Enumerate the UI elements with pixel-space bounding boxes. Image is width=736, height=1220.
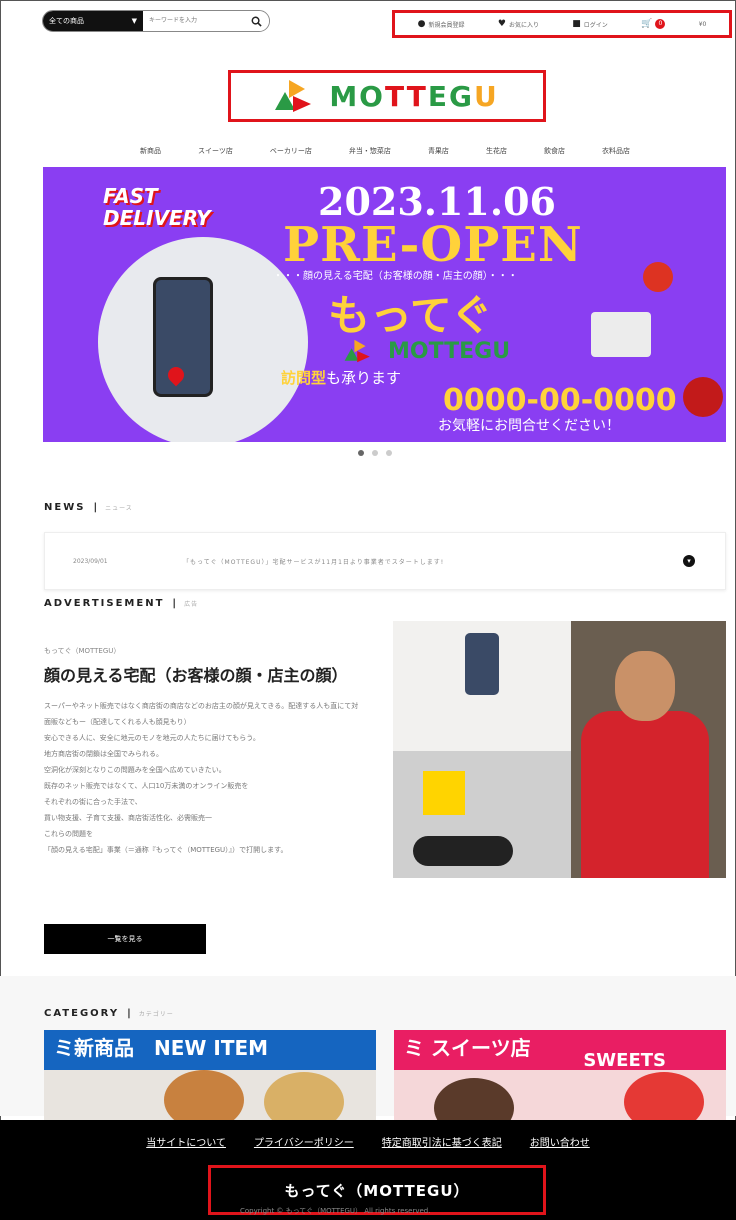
hero-preopen: PRE-OPEN — [283, 217, 583, 273]
hero-phone: 0000-00-0000 — [443, 383, 677, 418]
search-category-select[interactable]: 全ての商品 ▼ — [43, 11, 143, 31]
nav-item-new[interactable]: 新商品 — [140, 146, 161, 156]
nav-item-sweets[interactable]: スイーツ店 — [198, 146, 233, 156]
search-icon — [251, 16, 262, 27]
chevron-down-icon: ▼ — [131, 17, 137, 25]
search-bar: 全ての商品 ▼ — [42, 10, 270, 32]
nav-item-bakery[interactable]: ベーカリー店 — [270, 146, 312, 156]
scooter-illustration — [683, 377, 723, 417]
header-utility-links: ● 新規会員登録 ♥ お気に入り ■ ログイン 🛒 0 ¥0 — [392, 10, 732, 38]
copyright-text: Copyright © もってぐ（MOTTEGU） All rights res… — [240, 1207, 431, 1215]
header-topbar: 全ての商品 ▼ ● 新規会員登録 ♥ お気に入り ■ ログイン 🛒 0 ¥0 — [42, 10, 732, 38]
nav-item-clothing[interactable]: 衣料品店 — [602, 146, 630, 156]
ad-body: スーパーやネット販売ではなく商店街の商店などのお店主の顔が見えてきる。配達する人… — [44, 702, 359, 854]
hero-fast-delivery: FAST DELIVERY — [103, 184, 211, 230]
favorites-label: お気に入り — [508, 21, 539, 29]
carousel-dots — [358, 450, 392, 456]
hero-call-text: お気軽にお問合せください！ — [438, 418, 620, 434]
lock-icon: ■ — [572, 19, 581, 29]
carousel-dot[interactable] — [372, 450, 378, 456]
heart-icon: ♥ — [497, 19, 506, 29]
footer-link-privacy[interactable]: プライバシーポリシー — [254, 1134, 354, 1149]
hero-banner[interactable]: FAST DELIVERY 2023.11.06 PRE-OPEN ・・・顔の見え… — [43, 167, 726, 442]
rider-illustration — [643, 262, 673, 292]
hero-logo-text: MOTTEGU — [388, 338, 511, 364]
cart-price: ¥0 — [699, 21, 707, 28]
category-card-label: ミ新商品 NEW ITEM — [54, 1036, 269, 1060]
user-icon: ● — [417, 19, 426, 29]
login-label: ログイン — [583, 21, 608, 29]
login-link[interactable]: ■ ログイン — [572, 19, 608, 29]
carousel-dot[interactable] — [358, 450, 364, 456]
footer-link-about[interactable]: 当サイトについて — [146, 1134, 226, 1149]
cart-link[interactable]: 🛒 0 — [641, 19, 666, 29]
logo-mark-icon — [275, 80, 319, 112]
news-date: 2023/09/01 — [73, 557, 108, 565]
delivery-box-illustration — [591, 312, 651, 357]
ad-heading: 顔の見える宅配（お客様の顔・店主の顔） — [44, 666, 348, 685]
cart-icon: 🛒 — [641, 19, 653, 29]
category-section-title: CATEGORY | カテゴリー — [44, 1008, 174, 1019]
footer-links: 当サイトについて プライバシーポリシー 特定商取引法に基づく表記 お問い合わせ — [0, 1134, 736, 1149]
category-nav: 新商品 スイーツ店 ベーカリー店 弁当・惣菜店 青果店 生花店 飲食店 衣料品店 — [140, 146, 630, 156]
news-section-title: NEWS | ニュース — [44, 502, 133, 513]
category-card-sublabel: SWEETS — [583, 1050, 666, 1071]
footer-link-tokushoho[interactable]: 特定商取引法に基づく表記 — [382, 1134, 502, 1149]
favorites-link[interactable]: ♥ お気に入り — [498, 19, 539, 29]
view-list-button[interactable]: 一覧を見る — [44, 924, 206, 954]
nav-item-bento[interactable]: 弁当・惣菜店 — [349, 146, 391, 156]
chevron-down-icon[interactable]: ▾ — [683, 555, 695, 567]
advertisement-section-title: ADVERTISEMENT | 広告 — [44, 598, 199, 609]
search-category-label: 全ての商品 — [49, 17, 84, 25]
news-text: 「もってぐ（MOTTEGU）」宅配サービスが11月1日より事業者でスタートします… — [183, 558, 445, 566]
search-button[interactable] — [243, 11, 269, 31]
hero-brand-jp: もってぐ — [328, 291, 493, 340]
hero-visit-text: 訪問型も承ります — [281, 369, 402, 387]
nav-item-restaurant[interactable]: 飲食店 — [544, 146, 565, 156]
footer-link-contact[interactable]: お問い合わせ — [530, 1134, 590, 1149]
search-input[interactable] — [143, 11, 243, 31]
hero-logo-mark-icon — [344, 339, 376, 363]
register-link[interactable]: ● 新規会員登録 — [418, 19, 465, 29]
nav-item-florist[interactable]: 生花店 — [486, 146, 507, 156]
cart-count-badge: 0 — [655, 19, 666, 29]
nav-item-greengrocer[interactable]: 青果店 — [428, 146, 449, 156]
category-card-label: ミ スイーツ店 — [404, 1036, 531, 1060]
site-logo[interactable]: MOTTEGU — [228, 70, 546, 122]
carousel-dot[interactable] — [386, 450, 392, 456]
hero-subline: ・・・顔の見える宅配（お客様の顔・店主の顔）・・・ — [273, 271, 518, 282]
site-footer: 当サイトについて プライバシーポリシー 特定商取引法に基づく表記 お問い合わせ … — [0, 1120, 736, 1220]
logo-text: MOTTEGU — [329, 79, 499, 113]
register-label: 新規会員登録 — [428, 21, 465, 29]
ad-label: もってぐ（MOTTEGU） — [44, 647, 121, 655]
ad-image — [393, 621, 726, 878]
category-card-sweets[interactable]: ミ スイーツ店 SWEETS — [394, 1030, 726, 1120]
cart-price-label: ¥0 — [698, 20, 707, 28]
hero-logo: MOTTEGU — [338, 335, 510, 367]
news-item[interactable]: 2023/09/01 「もってぐ（MOTTEGU）」宅配サービスが11月1日より… — [44, 532, 726, 590]
category-card-new-item[interactable]: ミ新商品 NEW ITEM — [44, 1030, 376, 1120]
